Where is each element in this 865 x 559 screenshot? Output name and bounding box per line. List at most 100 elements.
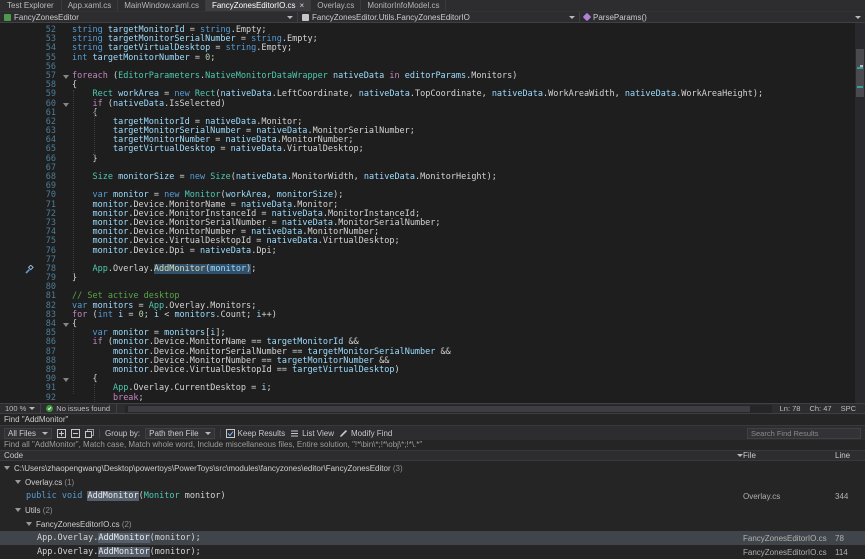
code-line-65[interactable]: 65 targetVirtualDesktop = nativeData.Vir… xyxy=(0,145,855,154)
tab-App.xaml.cs[interactable]: App.xaml.cs xyxy=(62,0,119,11)
glyph-margin[interactable] xyxy=(0,54,38,63)
collapse-all-icon[interactable] xyxy=(71,429,80,438)
glyph-margin[interactable] xyxy=(0,109,38,118)
tab-MonitorInfoModel.cs[interactable]: MonitorInfoModel.cs xyxy=(361,0,446,11)
glyph-margin[interactable] xyxy=(0,72,38,81)
glyph-margin[interactable] xyxy=(0,127,38,136)
find-result-row[interactable]: App.Overlay.AddMonitor(monitor);FancyZon… xyxy=(0,545,865,559)
expander-icon[interactable] xyxy=(4,466,10,470)
find-result-row[interactable]: Overlay.cs (1) xyxy=(0,475,865,489)
files-filter-dropdown[interactable]: All Files xyxy=(4,428,52,439)
horizontal-scrollbar[interactable] xyxy=(125,405,772,413)
copy-results-icon[interactable] xyxy=(85,429,94,438)
scrollbar-thumb[interactable] xyxy=(856,49,864,97)
glyph-margin[interactable] xyxy=(0,274,38,283)
group-by-dropdown[interactable]: Path then File xyxy=(145,428,214,439)
glyph-margin[interactable] xyxy=(0,320,38,329)
code-line-76[interactable]: 76 monitor.Device.Dpi = nativeData.Dpi; xyxy=(0,247,855,256)
zoom-control[interactable]: 100 % xyxy=(0,404,41,413)
glyph-margin[interactable] xyxy=(0,100,38,109)
expand-all-icon[interactable] xyxy=(57,429,66,438)
tab-FancyZonesEditorIO.cs[interactable]: FancyZonesEditorIO.cs× xyxy=(206,0,311,11)
glyph-margin[interactable] xyxy=(0,44,38,53)
code-line-78[interactable]: 78 App.Overlay.AddMonitor(monitor); xyxy=(0,265,855,274)
tab-test-explorer[interactable]: Test Explorer xyxy=(0,0,62,11)
glyph-margin[interactable] xyxy=(0,366,38,375)
code-line-60[interactable]: 60 if (nativeData.IsSelected) xyxy=(0,100,855,109)
expander-icon[interactable] xyxy=(15,480,21,484)
glyph-margin[interactable] xyxy=(0,182,38,191)
glyph-margin[interactable] xyxy=(0,145,38,154)
fold-collapse-icon[interactable] xyxy=(60,375,72,384)
fold-margin xyxy=(60,274,72,283)
glyph-margin[interactable] xyxy=(0,338,38,347)
list-view-button[interactable]: List View xyxy=(290,429,334,438)
glyph-margin[interactable] xyxy=(0,26,38,35)
close-icon[interactable]: × xyxy=(300,0,305,11)
glyph-margin[interactable] xyxy=(0,247,38,256)
glyph-margin[interactable] xyxy=(0,219,38,228)
fold-margin xyxy=(60,136,72,145)
code-line-83[interactable]: 83for (int i = 0; i < monitors.Count; i+… xyxy=(0,311,855,320)
tab-MainWindow.xaml.cs[interactable]: MainWindow.xaml.cs xyxy=(118,0,206,11)
glyph-margin[interactable] xyxy=(0,155,38,164)
expander-icon[interactable] xyxy=(26,522,32,526)
member-dropdown[interactable]: ParseParams() xyxy=(580,12,865,22)
glyph-margin[interactable] xyxy=(0,237,38,246)
glyph-margin[interactable] xyxy=(0,164,38,173)
find-result-row[interactable]: public void AddMonitor(Monitor monitor)O… xyxy=(0,489,865,503)
glyph-margin[interactable] xyxy=(0,81,38,90)
fold-margin xyxy=(60,164,72,173)
glyph-margin[interactable] xyxy=(0,311,38,320)
find-result-row[interactable]: C:\Users\zhaopengwang\Desktop\powertoys\… xyxy=(0,461,865,475)
line-column-header[interactable]: Line xyxy=(835,451,865,460)
glyph-margin[interactable] xyxy=(0,173,38,182)
document-health-indicator[interactable]: No issues found xyxy=(41,404,117,413)
glyph-margin[interactable] xyxy=(0,375,38,384)
fold-collapse-icon[interactable] xyxy=(60,100,72,109)
quick-actions-icon[interactable] xyxy=(0,265,38,274)
glyph-margin[interactable] xyxy=(0,256,38,265)
glyph-margin[interactable] xyxy=(0,357,38,366)
glyph-margin[interactable] xyxy=(0,201,38,210)
glyph-margin[interactable] xyxy=(0,35,38,44)
glyph-margin[interactable] xyxy=(0,394,38,403)
glyph-margin[interactable] xyxy=(0,348,38,357)
code-line-66[interactable]: 66 } xyxy=(0,155,855,164)
fold-collapse-icon[interactable] xyxy=(60,320,72,329)
glyph-margin[interactable] xyxy=(0,118,38,127)
code-line-89[interactable]: 89 monitor.Device.VirtualDesktopId == ta… xyxy=(0,366,855,375)
tab-Overlay.cs[interactable]: Overlay.cs xyxy=(311,0,361,11)
horizontal-scrollbar-thumb[interactable] xyxy=(128,406,750,412)
keep-results-toggle[interactable]: Keep Results xyxy=(226,429,286,438)
code-line-57[interactable]: 57foreach (EditorParameters.NativeMonito… xyxy=(0,72,855,81)
find-result-row[interactable]: App.Overlay.AddMonitor(monitor);FancyZon… xyxy=(0,531,865,545)
glyph-margin[interactable] xyxy=(0,90,38,99)
editor-scrollbar[interactable] xyxy=(855,23,865,403)
code-line-68[interactable]: 68 Size monitorSize = new Size(nativeDat… xyxy=(0,173,855,182)
glyph-margin[interactable] xyxy=(0,210,38,219)
type-dropdown[interactable]: FancyZonesEditor.Utils.FancyZonesEditorI… xyxy=(298,12,580,22)
glyph-margin[interactable] xyxy=(0,191,38,200)
file-column-header[interactable]: File xyxy=(743,451,835,460)
code-line-79[interactable]: 79} xyxy=(0,274,855,283)
glyph-margin[interactable] xyxy=(0,292,38,301)
glyph-margin[interactable] xyxy=(0,329,38,338)
search-find-results-input[interactable] xyxy=(747,428,861,439)
modify-find-button[interactable]: Modify Find xyxy=(339,429,392,438)
glyph-margin[interactable] xyxy=(0,384,38,393)
code-area[interactable]: 52string targetMonitorId = string.Empty;… xyxy=(0,23,855,403)
code-line-55[interactable]: 55int targetMonitorNumber = 0; xyxy=(0,54,855,63)
code-column-header[interactable]: Code xyxy=(4,451,23,460)
glyph-margin[interactable] xyxy=(0,228,38,237)
glyph-margin[interactable] xyxy=(0,283,38,292)
glyph-margin[interactable] xyxy=(0,302,38,311)
glyph-margin[interactable] xyxy=(0,136,38,145)
find-result-row[interactable]: Utils (2) xyxy=(0,503,865,517)
expander-icon[interactable] xyxy=(15,508,21,512)
project-dropdown[interactable]: FancyZonesEditor xyxy=(0,12,298,22)
glyph-margin[interactable] xyxy=(0,63,38,72)
find-result-row[interactable]: FancyZonesEditorIO.cs (2) xyxy=(0,517,865,531)
fold-collapse-icon[interactable] xyxy=(60,72,72,81)
code-line-92[interactable]: 92 break; xyxy=(0,394,855,403)
